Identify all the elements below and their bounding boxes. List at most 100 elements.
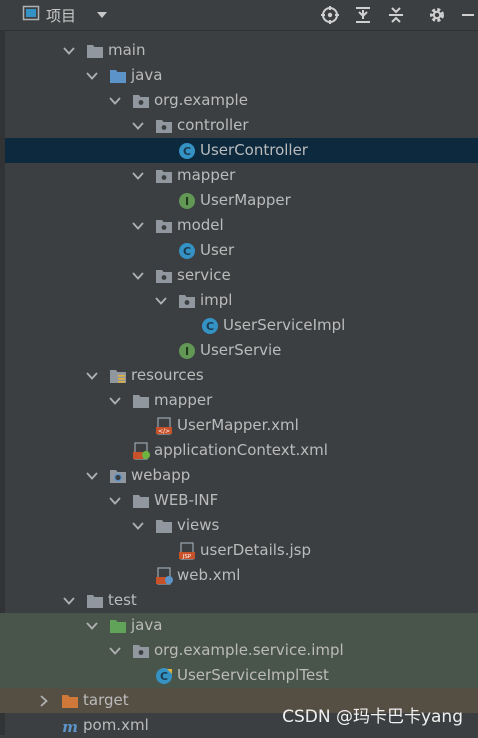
svg-text:C: C xyxy=(183,245,191,258)
project-view-title: 项目 xyxy=(46,6,77,25)
chevron-down-icon[interactable] xyxy=(108,644,122,658)
xml-file-icon: </> xyxy=(155,416,173,435)
tree-node-label: UserServiceImplTest xyxy=(177,666,329,684)
folder-web-icon xyxy=(109,467,127,485)
locate-file-icon[interactable] xyxy=(319,4,341,26)
tree-node-userserviceimpltest[interactable]: C UserServiceImplTest xyxy=(0,663,478,688)
tree-node-main[interactable]: main xyxy=(0,38,478,63)
gear-icon[interactable] xyxy=(426,4,448,26)
tree-node-mapper[interactable]: mapper xyxy=(0,388,478,413)
tree-node-label: resources xyxy=(131,366,204,384)
package-icon xyxy=(178,292,196,310)
chevron-down-icon[interactable] xyxy=(131,519,145,533)
tree-node-label: UserServiceImpl xyxy=(223,316,346,334)
chevron-down-icon[interactable] xyxy=(108,394,122,408)
expand-all-icon[interactable] xyxy=(352,4,374,26)
tree-node-label: UserController xyxy=(200,141,308,159)
tree-node-test[interactable]: test xyxy=(0,588,478,613)
tree-node-label: views xyxy=(177,516,220,534)
tree-node-label: UserServie xyxy=(200,341,282,359)
folder-orange-icon xyxy=(61,692,79,710)
tree-node-label: pom.xml xyxy=(83,716,149,734)
tree-node-user[interactable]: C User xyxy=(0,238,478,263)
interface-i-icon: I xyxy=(178,342,196,360)
hide-minus-icon[interactable] xyxy=(457,4,478,26)
tree-node-web-inf[interactable]: WEB-INF xyxy=(0,488,478,513)
tree-node-label: org.example.service.impl xyxy=(154,641,344,659)
svg-text:JSP: JSP xyxy=(182,554,192,560)
tree-node-userdetails-jsp[interactable]: JSP userDetails.jsp xyxy=(0,538,478,563)
package-icon xyxy=(132,642,150,660)
chevron-down-icon[interactable] xyxy=(131,269,145,283)
spring-xml-icon xyxy=(132,441,150,460)
folder-blue-icon xyxy=(109,67,127,85)
tree-node-label: target xyxy=(83,691,129,709)
tree-node-label: service xyxy=(177,266,231,284)
jsp-file-icon: JSP xyxy=(178,541,196,560)
package-icon xyxy=(155,217,173,235)
folder-resources-icon xyxy=(109,367,127,385)
tree-node-usermapper[interactable]: I UserMapper xyxy=(0,188,478,213)
tree-node-webapp[interactable]: webapp xyxy=(0,463,478,488)
tree-node-java[interactable]: java xyxy=(0,613,478,638)
package-icon xyxy=(155,167,173,185)
tree-node-label: webapp xyxy=(131,466,191,484)
chevron-down-icon[interactable] xyxy=(108,494,122,508)
chevron-down-icon[interactable] xyxy=(131,219,145,233)
svg-text:I: I xyxy=(185,345,189,358)
tree-node-mapper[interactable]: mapper xyxy=(0,163,478,188)
interface-i-icon: I xyxy=(178,192,196,210)
chevron-down-icon[interactable] xyxy=(85,69,99,83)
svg-text:m: m xyxy=(62,718,78,735)
no-arrow-spacer xyxy=(154,194,168,208)
class-c-icon: C xyxy=(201,317,219,335)
tree-node-model[interactable]: model xyxy=(0,213,478,238)
tree-node-label: WEB-INF xyxy=(154,491,219,509)
no-arrow-spacer xyxy=(131,569,145,583)
tree-node-web-xml[interactable]: web.xml xyxy=(0,563,478,588)
no-arrow-spacer xyxy=(154,244,168,258)
chevron-right-icon[interactable] xyxy=(37,694,51,708)
tree-node-usermapper-xml[interactable]: </> UserMapper.xml xyxy=(0,413,478,438)
no-arrow-spacer xyxy=(154,344,168,358)
tree-node-views[interactable]: views xyxy=(0,513,478,538)
no-arrow-spacer xyxy=(131,419,145,433)
maven-file-icon: m xyxy=(61,717,79,735)
tree-node-org-example[interactable]: org.example xyxy=(0,88,478,113)
tree-node-label: model xyxy=(177,216,224,234)
tree-node-userserviceimpl[interactable]: C UserServiceImpl xyxy=(0,313,478,338)
package-icon xyxy=(132,92,150,110)
folder-gray-icon xyxy=(132,392,150,410)
tree-node-usercontroller[interactable]: C UserController xyxy=(5,138,478,163)
chevron-down-icon[interactable] xyxy=(62,44,76,58)
tree-node-org-example-service-impl[interactable]: org.example.service.impl xyxy=(0,638,478,663)
tree-node-applicationcontext-xml[interactable]: applicationContext.xml xyxy=(0,438,478,463)
chevron-down-icon[interactable] xyxy=(131,119,145,133)
tree-node-label: java xyxy=(131,66,163,84)
test-class-icon: C xyxy=(155,667,173,685)
tree-node-controller[interactable]: controller xyxy=(0,113,478,138)
tree-node-userservie[interactable]: I UserServie xyxy=(0,338,478,363)
dropdown-caret-icon[interactable] xyxy=(96,9,108,22)
chevron-down-icon[interactable] xyxy=(131,169,145,183)
project-view-selector[interactable]: 项目 xyxy=(22,4,108,26)
folder-gray-icon xyxy=(155,517,173,535)
chevron-down-icon[interactable] xyxy=(85,619,99,633)
collapse-all-icon[interactable] xyxy=(385,4,407,26)
tree-node-java[interactable]: java xyxy=(0,63,478,88)
chevron-down-icon[interactable] xyxy=(108,94,122,108)
tree-node-resources[interactable]: resources xyxy=(0,363,478,388)
no-arrow-spacer xyxy=(37,719,51,733)
chevron-down-icon[interactable] xyxy=(85,369,99,383)
svg-text:C: C xyxy=(206,320,214,333)
chevron-down-icon[interactable] xyxy=(85,469,99,483)
class-c-icon: C xyxy=(178,142,196,160)
tree-node-impl[interactable]: impl xyxy=(0,288,478,313)
chevron-down-icon[interactable] xyxy=(154,294,168,308)
tree-node-label: main xyxy=(108,41,146,59)
watermark: CSDN @玛卡巴卡yang xyxy=(282,707,463,727)
chevron-down-icon[interactable] xyxy=(62,594,76,608)
tree-node-service[interactable]: service xyxy=(0,263,478,288)
tree-node-label: mapper xyxy=(177,166,236,184)
tree-node-label: test xyxy=(108,591,137,609)
